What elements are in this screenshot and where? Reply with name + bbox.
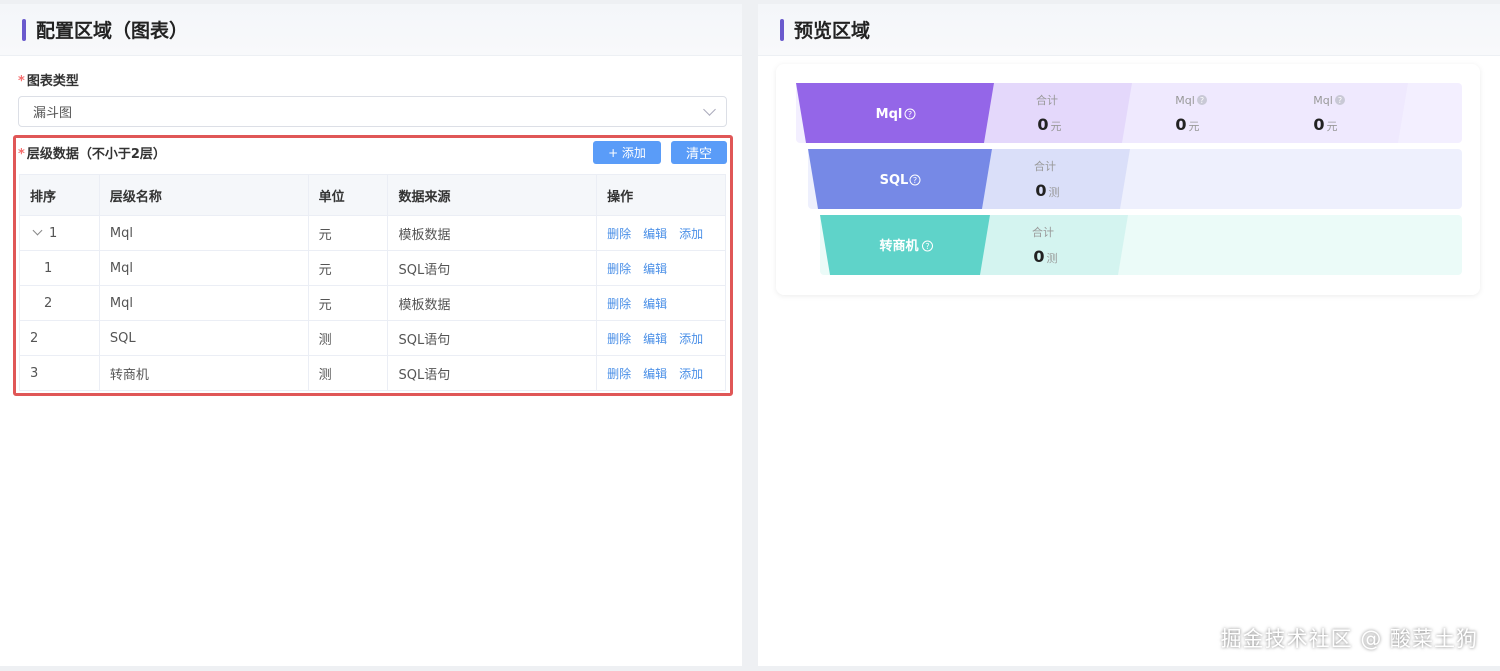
source-cell: SQL语句 (387, 320, 598, 356)
edit-link[interactable]: 编辑 (643, 367, 667, 381)
watermark: 掘金技术社区 @ 酸菜土狗 (1220, 627, 1478, 651)
order-cell: 1 (19, 250, 100, 286)
table-header-row: 排序 层级名称 单位 数据来源 操作 (19, 174, 726, 216)
source-cell: 模板数据 (387, 215, 598, 251)
actions-cell: 删除 编辑 (596, 285, 726, 321)
stat-title: 合计 (1034, 159, 1056, 173)
delete-link[interactable]: 删除 (607, 262, 631, 276)
stat-title: 合计 (1036, 93, 1058, 107)
table-row: 2 Mql 元 模板数据 删除 编辑 (19, 285, 726, 321)
funnel-chart: Mql ?合计0 元Mql ?0 元Mql ?0 元SQL ?合计0 测转商机 ?合计0 测 (796, 83, 1462, 275)
actions-cell: 删除 编辑 添加 (596, 355, 726, 391)
chevron-down-icon[interactable] (32, 225, 43, 235)
table-row: 1 Mql 元 SQL语句 删除 编辑 (19, 250, 726, 286)
title-accent-bar (780, 18, 784, 41)
help-icon-glyph: ? (913, 176, 917, 185)
config-panel: 配置区域（图表） * 图表类型 漏斗图 * 层级数据（不小于2层） + 添加 清空 … (0, 4, 742, 666)
table-row: 2 SQL 测 SQL语句 删除 编辑 添加 (19, 320, 726, 356)
source-cell: SQL语句 (387, 250, 598, 286)
stat-title: Mql (1313, 94, 1333, 107)
delete-link[interactable]: 删除 (607, 227, 631, 241)
edit-link[interactable]: 编辑 (643, 262, 667, 276)
name-cell: Mql (99, 250, 309, 286)
required-asterisk: * (18, 147, 25, 162)
preview-panel: 预览区域 Mql? 合计 0 元 Mql? 0 元 Mql? 0 元 SQL? 合计 0 测转商机? 合计 0… (758, 4, 1500, 666)
funnel-stat-cell (1260, 83, 1408, 143)
table-row: 3 转商机 测 SQL语句 删除 编辑 添加 (19, 355, 726, 391)
add-child-link[interactable]: 添加 (679, 332, 703, 346)
source-cell: SQL语句 (387, 355, 598, 391)
actions-cell: 删除 编辑 添加 (596, 320, 726, 356)
preview-panel-header: 预览区域 (758, 4, 1500, 56)
unit-cell: 测 (308, 320, 389, 356)
required-asterisk: * (18, 74, 25, 89)
order-cell: 2 (19, 285, 100, 321)
unit-cell: 测 (308, 355, 389, 391)
help-icon-glyph: ? (925, 242, 929, 251)
edit-link[interactable]: 编辑 (643, 332, 667, 346)
clear-levels-button[interactable]: 清空 (671, 141, 727, 164)
config-panel-header: 配置区域（图表） (0, 4, 742, 56)
order-cell: 2 (19, 320, 100, 356)
order-cell: 3 (19, 355, 100, 391)
funnel-segment-label: SQL (880, 173, 909, 188)
actions-cell: 删除 编辑 添加 (596, 215, 726, 251)
delete-link[interactable]: 删除 (607, 367, 631, 381)
header-order: 排序 (19, 174, 100, 216)
stat-title: Mql (1175, 94, 1195, 107)
funnel-segment-label: 转商机 (879, 238, 918, 254)
table-row: 1 Mql 元 模板数据 删除 编辑 添加 (19, 215, 726, 251)
funnel-stat-cell (1122, 83, 1270, 143)
stat-value: 0 (1037, 115, 1048, 134)
unit-cell: 元 (308, 250, 389, 286)
stat-value: 0 (1035, 181, 1046, 200)
header-name: 层级名称 (99, 174, 309, 216)
chart-type-value: 漏斗图 (33, 106, 73, 121)
funnel-preview-card: Mql? 合计 0 元 Mql? 0 元 Mql? 0 元 SQL? 合计 0 测转商机? 合计 0 测 (776, 64, 1480, 295)
stat-unit: 测 (1049, 186, 1060, 199)
edit-link[interactable]: 编辑 (643, 297, 667, 311)
stat-title: 合计 (1032, 225, 1054, 239)
unit-cell: 元 (308, 285, 389, 321)
unit-cell: 元 (308, 215, 389, 251)
name-cell: SQL (99, 320, 309, 356)
help-icon-glyph: ? (1200, 96, 1204, 105)
help-icon-glyph: ? (1338, 96, 1342, 105)
add-level-button[interactable]: + 添加 (593, 141, 661, 164)
config-panel-title: 配置区域（图表） (36, 20, 189, 42)
name-cell: Mql (99, 215, 309, 251)
stat-value: 0 (1033, 247, 1044, 266)
chart-type-label: * 图表类型 (18, 74, 79, 89)
stat-value: 0 (1313, 115, 1324, 134)
add-child-link[interactable]: 添加 (679, 367, 703, 381)
name-cell: Mql (99, 285, 309, 321)
stat-unit: 元 (1327, 120, 1338, 133)
funnel-segment-label: Mql (876, 107, 903, 122)
levels-table: 排序 层级名称 单位 数据来源 操作 1 Mql 元 模板数据 删除 编辑 添加 1… (19, 174, 726, 391)
header-unit: 单位 (308, 174, 389, 216)
funnel-stat-cell (980, 215, 1128, 275)
delete-link[interactable]: 删除 (607, 332, 631, 346)
name-cell: 转商机 (99, 355, 309, 391)
chart-type-select[interactable]: 漏斗图 (18, 96, 727, 127)
stat-unit: 测 (1047, 252, 1058, 265)
levels-label: * 层级数据（不小于2层） (18, 147, 166, 162)
title-accent-bar (22, 18, 26, 41)
actions-cell: 删除 编辑 (596, 250, 726, 286)
header-source: 数据来源 (387, 174, 598, 216)
stat-value: 0 (1175, 115, 1186, 134)
source-cell: 模板数据 (387, 285, 598, 321)
header-actions: 操作 (596, 174, 726, 216)
delete-link[interactable]: 删除 (607, 297, 631, 311)
help-icon-glyph: ? (908, 110, 912, 119)
preview-panel-title: 预览区域 (794, 20, 871, 42)
stat-unit: 元 (1051, 120, 1062, 133)
order-cell: 1 (19, 215, 100, 251)
edit-link[interactable]: 编辑 (643, 227, 667, 241)
funnel-stat-cell (984, 83, 1132, 143)
chevron-down-icon (703, 103, 716, 116)
funnel-stat-cell (982, 149, 1130, 209)
add-child-link[interactable]: 添加 (679, 227, 703, 241)
stat-unit: 元 (1189, 120, 1200, 133)
